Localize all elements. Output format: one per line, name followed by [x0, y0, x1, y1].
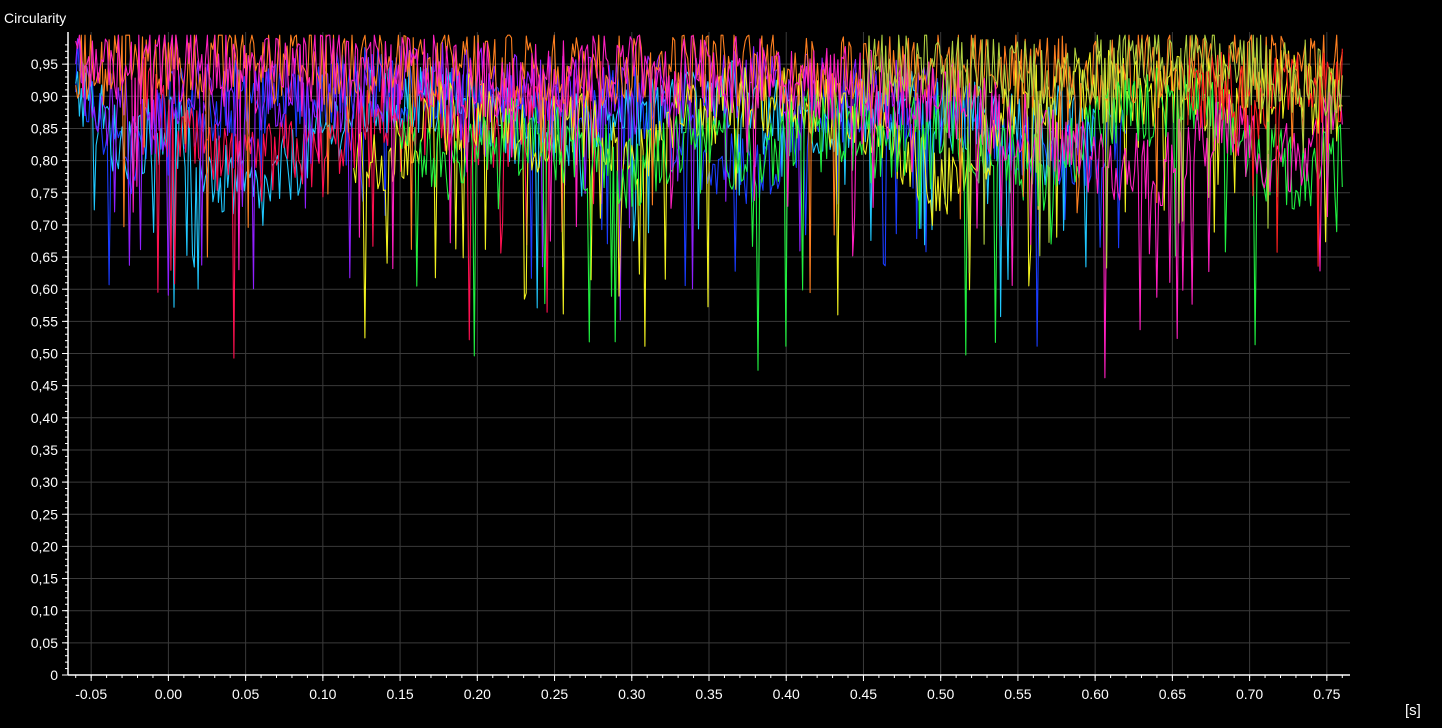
x-tick-label: 0.50: [927, 686, 954, 702]
y-tick-label: 0,70: [31, 217, 58, 233]
y-tick-label: 0,80: [31, 153, 58, 169]
y-tick-label: 0,55: [31, 313, 58, 329]
x-tick-label: 0.45: [850, 686, 877, 702]
y-tick-label: 0,30: [31, 474, 58, 490]
y-tick-label: 0,45: [31, 378, 58, 394]
y-tick-label: 0,15: [31, 571, 58, 587]
circularity-line-chart: 0 0,05 0,10 0,15 0,20 0,25 0,30 0,35 0,40 0,45 0,5…: [31, 32, 1350, 702]
y-tick-label: 0,75: [31, 185, 58, 201]
y-axis-label: Circularity: [4, 10, 67, 26]
y-tick-label: 0,95: [31, 56, 58, 72]
x-tick-label: 0.70: [1236, 686, 1263, 702]
y-tick-label: 0,40: [31, 410, 58, 426]
y-tick-label: 0,50: [31, 346, 58, 362]
y-tick-label: 0,60: [31, 281, 58, 297]
x-tick-label: 0.65: [1159, 686, 1186, 702]
x-tick-label: 0.25: [541, 686, 568, 702]
x-tick-label: 0.15: [386, 686, 413, 702]
y-tick-labels: 0 0,05 0,10 0,15 0,20 0,25 0,30 0,35 0,40 0,45 0,5…: [31, 56, 58, 683]
x-tick-label: 0.05: [232, 686, 259, 702]
y-tick-label: 0,20: [31, 538, 58, 554]
y-tick-label: 0: [50, 667, 58, 683]
y-tick-label: 0,35: [31, 442, 58, 458]
y-tick-label: 0,25: [31, 506, 58, 522]
x-tick-label: 0.00: [155, 686, 182, 702]
y-tick-label: 0,85: [31, 120, 58, 136]
y-tick-label: 0,90: [31, 88, 58, 104]
x-tick-label: 0.10: [309, 686, 336, 702]
x-tick-labels: -0.05 0.00 0.05 0.10 0.15 0.20 0.25 0.30 0.35 0.4…: [75, 686, 1340, 702]
y-tick-label: 0,65: [31, 249, 58, 265]
x-tick-label: 0.60: [1082, 686, 1109, 702]
x-tick-label: -0.05: [75, 686, 107, 702]
x-tick-label: 0.55: [1004, 686, 1031, 702]
x-tick-label: 0.20: [464, 686, 491, 702]
x-tick-label: 0.40: [773, 686, 800, 702]
x-axis-unit-label: [s]: [1405, 702, 1421, 719]
y-tick-label: 0,10: [31, 603, 58, 619]
y-tick-label: 0,05: [31, 635, 58, 651]
x-tick-label: 0.75: [1313, 686, 1340, 702]
x-tick-label: 0.35: [695, 686, 722, 702]
x-tick-label: 0.30: [618, 686, 645, 702]
